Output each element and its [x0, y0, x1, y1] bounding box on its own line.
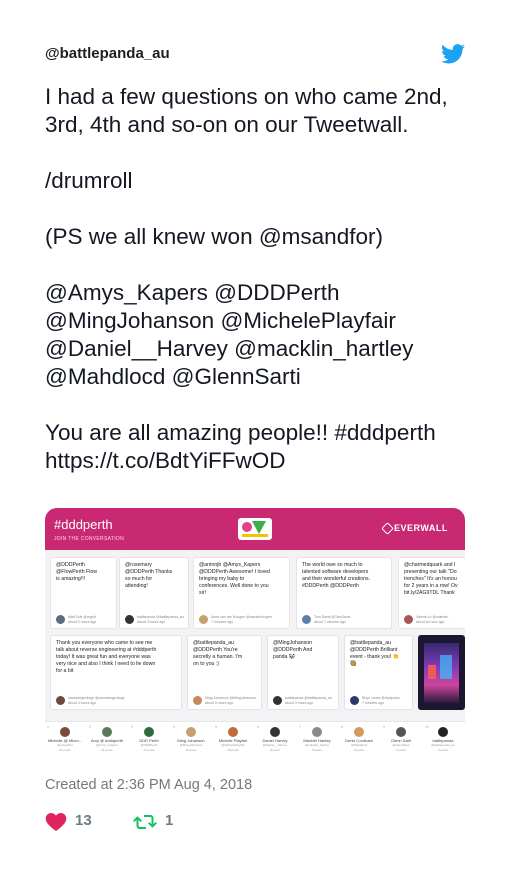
- wall-post: @MingJohanson @DDDPerth And panda 🐼 battl…: [267, 635, 339, 710]
- tweetwall-hashtag: #dddperth: [54, 517, 113, 532]
- avatar: [312, 727, 322, 737]
- leaderboard-entry: 2 Amy @ #dddperth @Amys_Kapers 21 posts: [89, 725, 124, 752]
- wall-post: The world owe so much to talented softwa…: [296, 557, 392, 629]
- avatar: [144, 727, 154, 737]
- leaderboard-entry: 6 Daniel Harvey @Daniel__Harvey 8 posts: [257, 725, 288, 752]
- avatar: [354, 727, 364, 737]
- wall-post: @rosemary @DDDPerth Thanks so much for a…: [119, 557, 189, 629]
- tweet-handle[interactable]: @battlepanda_au: [45, 45, 170, 62]
- wall-post: @antonjb @Amys_Kapers @DDDPerth Awesome!…: [193, 557, 290, 629]
- everwall-logo: EVERWALL: [394, 523, 448, 533]
- wall-photo-post: [418, 635, 465, 710]
- tweet-timestamp[interactable]: Created at 2:36 PM Aug 4, 2018: [45, 777, 252, 793]
- wall-post: Thank you everyone who came to see me ta…: [50, 635, 182, 710]
- avatar: [186, 727, 196, 737]
- tweetwall-join-label: JOIN THE CONVERSATION: [54, 536, 125, 542]
- retweet-count: 1: [165, 812, 174, 829]
- leaderboard-entry: 8 Denis Cordham @Mahdlocd 8 posts: [341, 725, 373, 752]
- dddperth-logo: [238, 518, 272, 540]
- leaderboard-entry: 9 Glenn Sarti @GlennSarti 6 posts: [383, 725, 411, 752]
- wall-post: @charmedquark and I presenting our talk …: [398, 557, 465, 629]
- wall-post: @DDDPerth @FlowPerth Flow is amazing!!! M…: [50, 557, 117, 629]
- retweet-icon[interactable]: [133, 812, 157, 832]
- avatar: [60, 727, 70, 737]
- wall-post: @battlepanda_au @DDDPerth Brilliant even…: [344, 635, 413, 710]
- leaderboard-entry: 5 Michele Playfair @MichelePlayfair 10 post…: [215, 725, 248, 752]
- twitter-bird-icon[interactable]: [441, 43, 465, 65]
- leaderboard-entry: 3 DDD Perth @DDDPerth 17 posts: [131, 725, 159, 752]
- avatar: [438, 727, 448, 737]
- avatar: [396, 727, 406, 737]
- leaderboard: 1 Michelle @ Micro... @msandfor 51 posts 2A…: [45, 721, 465, 756]
- tweetwall-header: #dddperth JOIN THE CONVERSATION EVERWALL: [45, 508, 465, 550]
- leaderboard-entry: 1 Michelle @ Micro... @msandfor 51 posts: [47, 725, 83, 752]
- leaderboard-entry: 10 battlepanda @battlepanda_au 6 posts: [425, 725, 455, 752]
- avatar: [270, 727, 280, 737]
- avatar: [228, 727, 238, 737]
- like-count: 13: [75, 812, 92, 829]
- leaderboard-entry: 7 Macklin Hartley @macklin_hartley 8 posts: [299, 725, 331, 752]
- wall-post: @battlepanda_au @DDDPerth You're secretl…: [187, 635, 262, 710]
- tweet-text: I had a few questions on who came 2nd, 3…: [45, 84, 448, 473]
- heart-icon[interactable]: [45, 813, 67, 831]
- tweet-media-image[interactable]: #dddperth JOIN THE CONVERSATION EVERWALL…: [45, 508, 465, 756]
- avatar: [102, 727, 112, 737]
- leaderboard-entry: 4 Ming Johanson @MingJohanson 11 posts: [173, 725, 205, 752]
